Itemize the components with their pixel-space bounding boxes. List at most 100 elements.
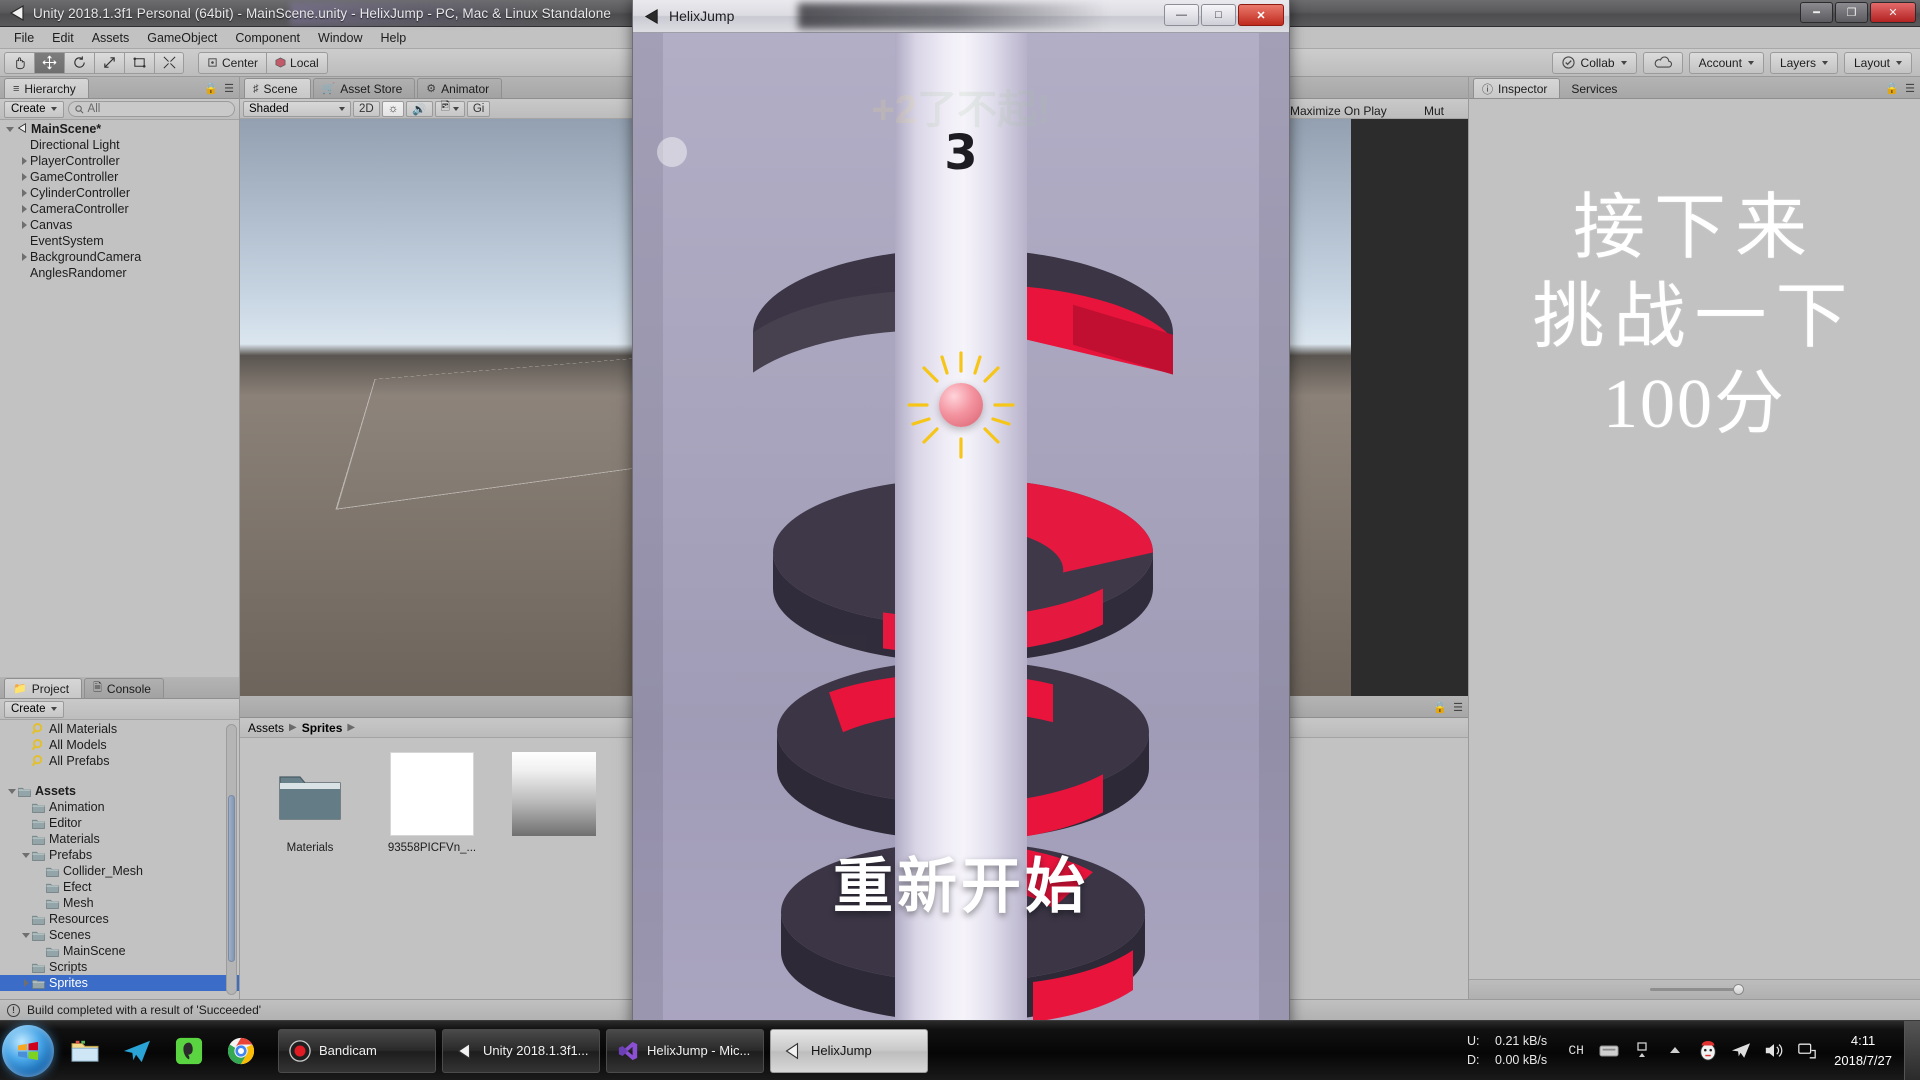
network-icon[interactable] [1796, 1040, 1818, 1062]
collab-button[interactable]: Collab [1551, 51, 1637, 74]
project-item-scenes[interactable]: Scenes [0, 927, 239, 943]
pivot-mode-button[interactable]: Center [198, 51, 268, 74]
hierarchy-item-eventsystem[interactable]: EventSystem [0, 233, 239, 249]
taskbar-task-helixjump[interactable]: HelixJump [770, 1028, 928, 1073]
project-item-editor[interactable]: Editor [0, 815, 239, 831]
hierarchy-item-gamecontroller[interactable]: GameController [0, 169, 239, 185]
hierarchy-item-cameracontroller[interactable]: CameraController [0, 201, 239, 217]
asset-item[interactable]: Materials [262, 752, 358, 854]
scene-lighting-toggle[interactable]: ☼ [381, 100, 405, 117]
disclosure-closed-icon[interactable] [18, 189, 30, 197]
explorer-icon[interactable] [68, 1034, 102, 1068]
game-minimize-button[interactable]: — [1164, 4, 1199, 26]
project-tree-scrollbar[interactable] [226, 724, 237, 995]
disclosure-closed-icon[interactable] [18, 173, 30, 181]
disclosure-closed-icon[interactable] [18, 157, 30, 165]
menu-component[interactable]: Component [226, 29, 309, 47]
hierarchy-item-directional-light[interactable]: Directional Light [0, 137, 239, 153]
mute-audio-label[interactable]: Mut [1424, 104, 1444, 118]
keyboard-icon[interactable] [1598, 1040, 1620, 1062]
cloud-button[interactable] [1642, 51, 1683, 74]
restart-label[interactable]: 重新开始 [833, 838, 1089, 925]
volume-icon[interactable] [1763, 1040, 1785, 1062]
show-desktop-button[interactable] [1904, 1020, 1920, 1080]
disclosure-open-icon[interactable] [20, 932, 32, 938]
project-item-assets[interactable]: Assets [0, 783, 239, 799]
hierarchy-item-cylindercontroller[interactable]: CylinderController [0, 185, 239, 201]
slider-knob[interactable] [1732, 984, 1744, 995]
menu-assets[interactable]: Assets [83, 29, 139, 47]
asset-item[interactable] [506, 752, 602, 842]
menu-help[interactable]: Help [371, 29, 415, 47]
rect-tool-button[interactable] [124, 51, 154, 74]
tab-hierarchy[interactable]: ≡ Hierarchy [4, 78, 89, 98]
menu-file[interactable]: File [5, 29, 43, 47]
scene-2d-toggle[interactable]: 2D [353, 100, 380, 117]
tab-project[interactable]: 📁 Project [4, 678, 83, 698]
tab-scene[interactable]: ♯ Scene [244, 78, 311, 98]
project-item-materials[interactable]: Materials [0, 831, 239, 847]
hierarchy-item-canvas[interactable]: Canvas [0, 217, 239, 233]
evernote-icon[interactable] [172, 1034, 206, 1068]
menu-window[interactable]: Window [309, 29, 371, 47]
menu-edit[interactable]: Edit [43, 29, 83, 47]
updown-icon[interactable] [1631, 1040, 1653, 1062]
start-button[interactable] [2, 1024, 54, 1077]
project-item-mainscene[interactable]: MainScene [0, 943, 239, 959]
project-menu-icon[interactable]: ☰ [1453, 701, 1463, 714]
project-item-sprites[interactable]: Sprites [0, 975, 239, 991]
hierarchy-item-anglesrandomer[interactable]: AnglesRandomer [0, 265, 239, 281]
disclosure-closed-icon[interactable] [18, 253, 30, 261]
project-item-mesh[interactable]: Mesh [0, 895, 239, 911]
layout-button[interactable]: Layout [1843, 51, 1912, 74]
tab-asset-store[interactable]: 🛒 Asset Store [312, 78, 416, 98]
inspector-menu-icon[interactable]: ☰ [1905, 82, 1915, 95]
scene-effects-toggle[interactable]: 🖻 [434, 100, 465, 117]
project-item-efect[interactable]: Efect [0, 879, 239, 895]
hierarchy-lock-icon[interactable]: 🔒 [204, 82, 218, 95]
project-item-scripts[interactable]: Scripts [0, 959, 239, 975]
project-item-collider-mesh[interactable]: Collider_Mesh [0, 863, 239, 879]
tab-inspector[interactable]: ⓘ Inspector [1473, 78, 1561, 98]
taskbar-clock[interactable]: 4:11 2018/7/27 [1830, 1031, 1904, 1070]
taskbar-task-unity-2018-1-3f1[interactable]: Unity 2018.1.3f1... [442, 1028, 600, 1073]
hierarchy-search-input[interactable]: All [67, 101, 235, 117]
asset-item[interactable]: 93558PICFVn_... [384, 752, 480, 854]
project-item-all-materials[interactable]: All Materials [0, 721, 239, 737]
telegram-tray-icon[interactable] [1730, 1040, 1752, 1062]
show-hidden-icons-icon[interactable] [1664, 1040, 1686, 1062]
ime-indicator[interactable]: CH [1565, 1040, 1587, 1062]
project-item-animation[interactable]: Animation [0, 799, 239, 815]
disclosure-open-icon[interactable] [20, 852, 32, 858]
account-button[interactable]: Account [1688, 51, 1764, 74]
telegram-icon[interactable] [120, 1034, 154, 1068]
taskbar-task-bandicam[interactable]: Bandicam [278, 1028, 436, 1073]
game-canvas[interactable]: +2了不起! 3 重新开始 [633, 33, 1289, 1031]
space-mode-button[interactable]: Local [267, 51, 328, 74]
move-tool-button[interactable] [34, 51, 64, 74]
taskbar-task-helixjump-mic[interactable]: HelixJump - Mic... [606, 1028, 764, 1073]
tab-services[interactable]: Services [1562, 78, 1630, 98]
game-close-button[interactable]: ✕ [1238, 4, 1284, 26]
maximize-on-play-label[interactable]: Maximize On Play [1290, 104, 1387, 118]
hierarchy-tree[interactable]: MainScene* Directional Light PlayerControl… [0, 120, 239, 677]
inspector-lock-icon[interactable]: 🔒 [1885, 82, 1899, 95]
unity-restore-button[interactable]: ❐ [1835, 2, 1868, 23]
hierarchy-item-backgroundcamera[interactable]: BackgroundCamera [0, 249, 239, 265]
chrome-icon[interactable] [224, 1034, 258, 1068]
breadcrumb-sprites[interactable]: Sprites [302, 721, 343, 735]
hand-tool-button[interactable] [4, 51, 34, 74]
unity-close-button[interactable]: ✕ [1870, 2, 1916, 23]
project-lock-icon[interactable]: 🔒 [1433, 701, 1447, 714]
scale-tool-button[interactable] [94, 51, 124, 74]
breadcrumb-assets[interactable]: Assets [248, 721, 284, 735]
game-maximize-button[interactable]: □ [1201, 4, 1236, 26]
layers-button[interactable]: Layers [1769, 51, 1838, 74]
tab-animator[interactable]: ⚙ Animator [417, 78, 503, 98]
hierarchy-item-mainscene[interactable]: MainScene* [0, 121, 239, 137]
project-tree[interactable]: All Materials All Models All Prefabs Assets… [0, 720, 239, 999]
qq-icon[interactable] [1697, 1040, 1719, 1062]
hierarchy-item-playercontroller[interactable]: PlayerController [0, 153, 239, 169]
transform-tool-button[interactable] [154, 51, 184, 74]
hierarchy-menu-icon[interactable]: ☰ [224, 82, 234, 95]
